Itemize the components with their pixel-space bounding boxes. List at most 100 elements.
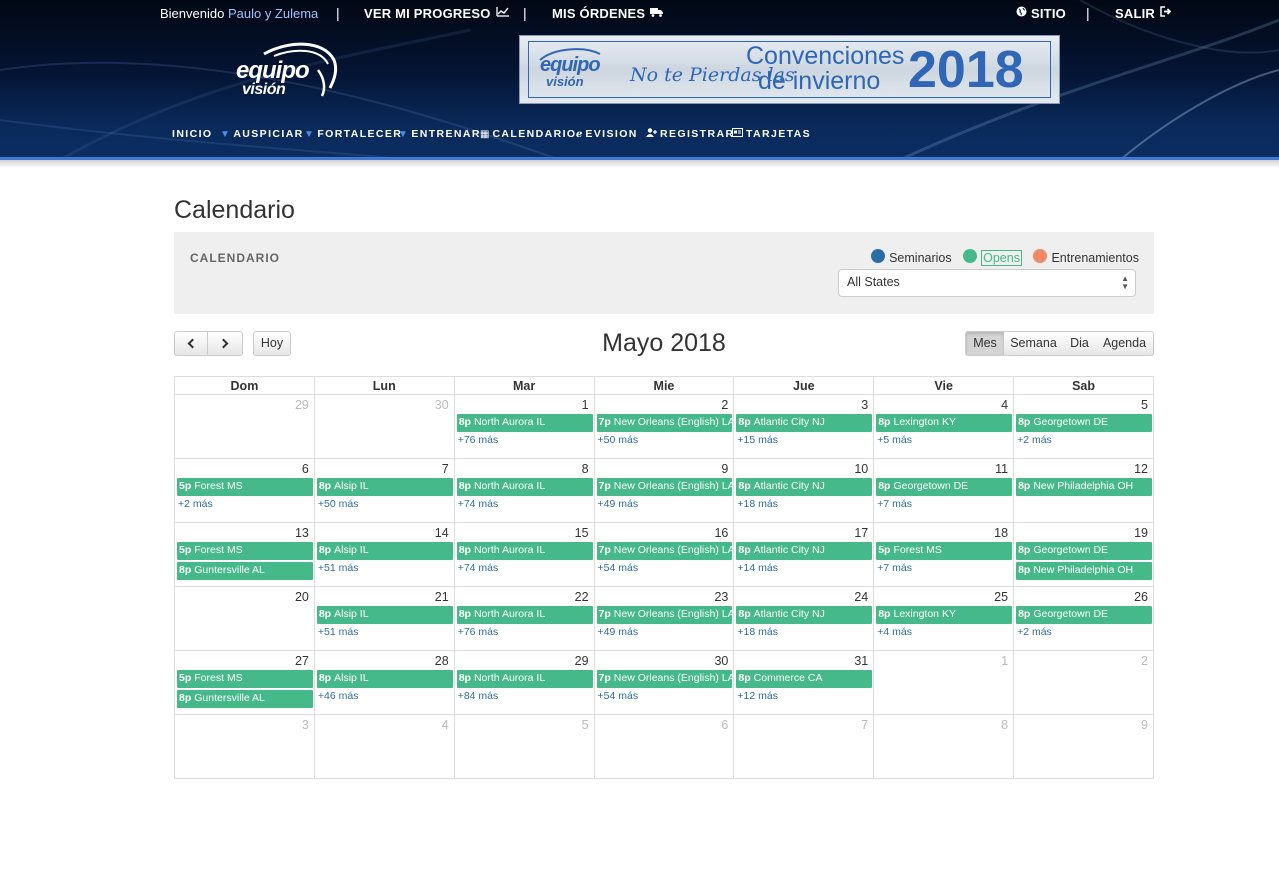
calendar-event[interactable]: 8p Georgetown DE bbox=[1016, 606, 1152, 624]
day-number[interactable]: 12 bbox=[1014, 459, 1153, 478]
day-cell[interactable]: 2 bbox=[1013, 650, 1154, 715]
day-number[interactable]: 29 bbox=[455, 651, 594, 670]
day-cell[interactable]: 5 8p Georgetown DE +2 más bbox=[1013, 394, 1154, 459]
day-number[interactable]: 27 bbox=[175, 651, 314, 670]
calendar-event[interactable]: 8p Alsip IL bbox=[316, 542, 453, 560]
more-events-link[interactable]: +46 más bbox=[315, 690, 454, 702]
day-cell[interactable]: 29 8p North Aurora IL +84 más bbox=[453, 650, 595, 715]
view-agenda-button[interactable]: Agenda bbox=[1096, 331, 1154, 356]
calendar-event[interactable]: 7p New Orleans (English) LA bbox=[596, 670, 733, 688]
more-events-link[interactable]: +84 más bbox=[455, 690, 594, 702]
more-events-link[interactable]: +76 más bbox=[455, 434, 594, 446]
day-number[interactable]: 31 bbox=[734, 651, 873, 670]
day-cell[interactable]: 4 bbox=[313, 714, 455, 779]
more-events-link[interactable]: +50 más bbox=[315, 498, 454, 510]
day-cell[interactable]: 8 8p North Aurora IL +74 más bbox=[453, 458, 595, 523]
calendar-event[interactable]: 8p Alsip IL bbox=[316, 478, 453, 496]
calendar-event[interactable]: 8p Lexington KY bbox=[876, 414, 1013, 432]
day-number[interactable]: 30 bbox=[315, 395, 454, 414]
more-events-link[interactable]: +54 más bbox=[595, 690, 734, 702]
day-number[interactable]: 16 bbox=[595, 523, 734, 542]
day-number[interactable]: 26 bbox=[1014, 587, 1153, 606]
day-number[interactable]: 17 bbox=[734, 523, 873, 542]
day-number[interactable]: 3 bbox=[734, 395, 873, 414]
nav-fortalecer[interactable]: ▼ FORTALECER bbox=[304, 128, 402, 140]
day-cell[interactable]: 7 bbox=[733, 714, 875, 779]
calendar-event[interactable]: 8p North Aurora IL bbox=[456, 606, 593, 624]
day-cell[interactable]: 1 8p North Aurora IL +76 más bbox=[453, 394, 595, 459]
view-month-button[interactable]: Mes bbox=[965, 331, 1005, 356]
calendar-event[interactable]: 8p Commerce CA bbox=[736, 670, 873, 688]
day-number[interactable]: 9 bbox=[1014, 715, 1153, 734]
day-cell[interactable]: 15 8p North Aurora IL +74 más bbox=[453, 522, 595, 587]
calendar-event[interactable]: 8p Atlantic City NJ bbox=[736, 542, 873, 560]
calendar-event[interactable]: 8p Georgetown DE bbox=[1016, 414, 1152, 432]
calendar-event[interactable]: 8p Guntersville AL bbox=[177, 690, 313, 708]
today-button[interactable]: Hoy bbox=[253, 331, 291, 356]
calendar-event[interactable]: 8p Guntersville AL bbox=[177, 562, 313, 580]
day-cell[interactable]: 30 bbox=[313, 394, 455, 459]
day-cell[interactable]: 25 8p Lexington KY +4 más bbox=[873, 586, 1015, 651]
day-cell[interactable]: 7 8p Alsip IL +50 más bbox=[313, 458, 455, 523]
calendar-event[interactable]: 7p New Orleans (English) LA bbox=[596, 606, 733, 624]
logout-link[interactable]: SALIR bbox=[1115, 6, 1172, 21]
day-number[interactable]: 15 bbox=[455, 523, 594, 542]
equipo-vision-logo[interactable]: equipo visión bbox=[234, 40, 342, 100]
day-cell[interactable]: 19 8p Georgetown DE 8p New Philadelphia OH bbox=[1013, 522, 1154, 587]
day-number[interactable]: 25 bbox=[874, 587, 1013, 606]
day-cell[interactable]: 22 8p North Aurora IL +76 más bbox=[453, 586, 595, 651]
day-number[interactable]: 5 bbox=[1014, 395, 1153, 414]
day-cell[interactable]: 12 8p New Philadelphia OH bbox=[1013, 458, 1154, 523]
day-cell[interactable]: 17 8p Atlantic City NJ +14 más bbox=[733, 522, 875, 587]
day-cell[interactable]: 8 bbox=[873, 714, 1015, 779]
more-events-link[interactable]: +14 más bbox=[734, 562, 873, 574]
calendar-event[interactable]: 5p Forest MS bbox=[177, 670, 313, 688]
day-number[interactable]: 30 bbox=[595, 651, 734, 670]
day-number[interactable]: 9 bbox=[595, 459, 734, 478]
more-events-link[interactable]: +74 más bbox=[455, 562, 594, 574]
progress-link[interactable]: VER MI PROGRESO bbox=[364, 6, 510, 21]
view-week-button[interactable]: Semana bbox=[1004, 331, 1064, 356]
day-cell[interactable]: 4 8p Lexington KY +5 más bbox=[873, 394, 1015, 459]
more-events-link[interactable]: +12 más bbox=[734, 690, 873, 702]
calendar-event[interactable]: 5p Forest MS bbox=[177, 542, 313, 560]
calendar-event[interactable]: 8p Alsip IL bbox=[316, 606, 453, 624]
nav-auspiciar[interactable]: ▼ AUSPICIAR bbox=[220, 128, 304, 140]
day-number[interactable]: 11 bbox=[874, 459, 1013, 478]
nav-inicio[interactable]: INICIO bbox=[172, 128, 213, 140]
more-events-link[interactable]: +5 más bbox=[874, 434, 1013, 446]
calendar-event[interactable]: 5p Forest MS bbox=[876, 542, 1013, 560]
day-cell[interactable]: 2 7p New Orleans (English) LA +50 más bbox=[593, 394, 735, 459]
day-number[interactable]: 4 bbox=[874, 395, 1013, 414]
more-events-link[interactable]: +54 más bbox=[595, 562, 734, 574]
day-cell[interactable]: 5 bbox=[453, 714, 595, 779]
orders-link[interactable]: MIS ÓRDENES bbox=[552, 6, 664, 21]
calendar-event[interactable]: 8p New Philadelphia OH bbox=[1016, 562, 1152, 580]
day-cell[interactable]: 6 5p Forest MS +2 más bbox=[174, 458, 315, 523]
calendar-event[interactable]: 8p Atlantic City NJ bbox=[736, 606, 873, 624]
convention-banner[interactable]: equipo visión No te Pierdas las Convenci… bbox=[519, 35, 1060, 104]
view-day-button[interactable]: Dia bbox=[1063, 331, 1097, 356]
calendar-event[interactable]: 5p Forest MS bbox=[177, 478, 313, 496]
day-number[interactable]: 8 bbox=[874, 715, 1013, 734]
day-number[interactable]: 1 bbox=[455, 395, 594, 414]
day-number[interactable]: 28 bbox=[315, 651, 454, 670]
day-cell[interactable]: 28 8p Alsip IL +46 más bbox=[313, 650, 455, 715]
calendar-event[interactable]: 8p Atlantic City NJ bbox=[736, 478, 873, 496]
legend-entrenamientos[interactable]: Entrenamientos bbox=[1033, 249, 1139, 265]
next-month-button[interactable] bbox=[208, 331, 243, 356]
nav-calendario[interactable]: ▦ CALENDARIO bbox=[480, 128, 576, 140]
state-select[interactable]: All States ▲ ▼ bbox=[838, 269, 1136, 297]
calendar-event[interactable]: 7p New Orleans (English) LA bbox=[596, 542, 733, 560]
day-cell[interactable]: 13 5p Forest MS 8p Guntersville AL bbox=[174, 522, 315, 587]
calendar-event[interactable]: 8p Alsip IL bbox=[316, 670, 453, 688]
day-cell[interactable]: 18 5p Forest MS +7 más bbox=[873, 522, 1015, 587]
legend-seminarios[interactable]: Seminarios bbox=[871, 249, 952, 265]
day-number[interactable]: 24 bbox=[734, 587, 873, 606]
day-number[interactable]: 2 bbox=[595, 395, 734, 414]
day-number[interactable]: 13 bbox=[175, 523, 314, 542]
day-number[interactable]: 6 bbox=[595, 715, 734, 734]
day-number[interactable]: 10 bbox=[734, 459, 873, 478]
day-cell[interactable]: 29 bbox=[174, 394, 315, 459]
calendar-event[interactable]: 7p New Orleans (English) LA bbox=[596, 414, 733, 432]
